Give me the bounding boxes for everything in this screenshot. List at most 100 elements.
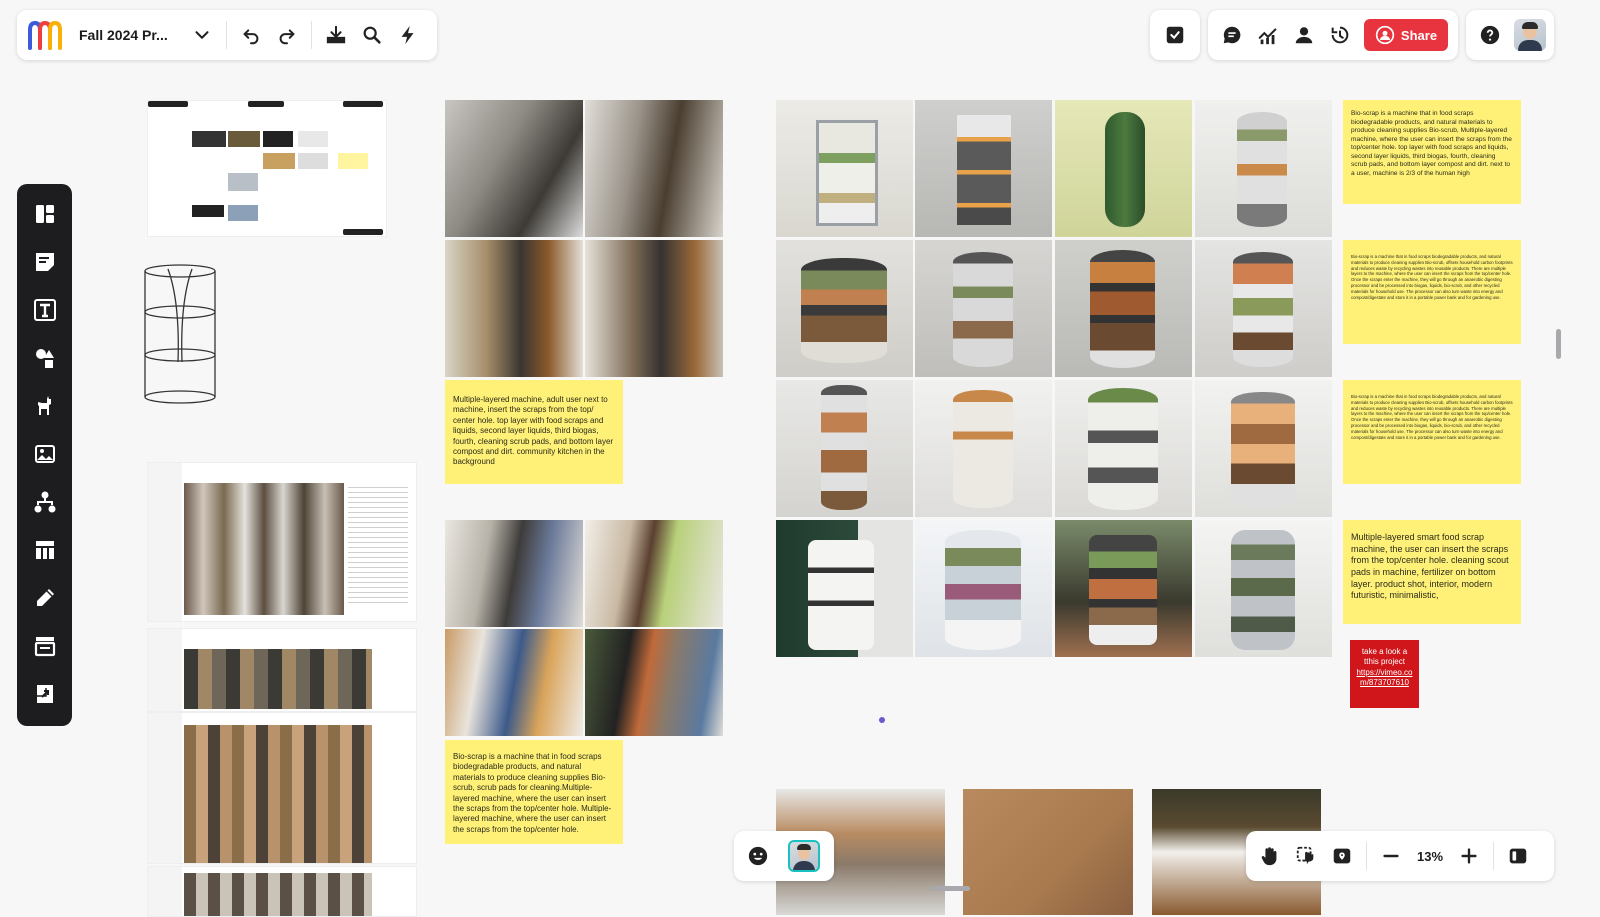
board-title[interactable]: Fall 2024 Pr... bbox=[79, 27, 184, 43]
comment-icon bbox=[1223, 26, 1241, 44]
vimeo-link[interactable]: https://vimeo.com/873707610 bbox=[1356, 668, 1412, 687]
collaborator-avatar[interactable] bbox=[788, 840, 820, 872]
search-button[interactable] bbox=[354, 17, 390, 53]
redo-button[interactable] bbox=[269, 17, 305, 53]
sticky-note-5-text: Bio-scrap is a machine that in food scra… bbox=[1351, 394, 1513, 440]
account-toolbar bbox=[1466, 10, 1554, 60]
photo-bottom-2[interactable] bbox=[963, 789, 1133, 915]
quick-actions-button[interactable] bbox=[390, 17, 426, 53]
history-icon bbox=[1331, 26, 1349, 44]
photo-machine-woman-1[interactable] bbox=[445, 240, 583, 377]
photo-kitchen-woman[interactable] bbox=[585, 520, 723, 627]
photo-machine-woman-2[interactable] bbox=[585, 240, 723, 377]
image-generator-screenshot-4[interactable] bbox=[147, 866, 417, 917]
export-button[interactable] bbox=[318, 17, 354, 53]
help-icon bbox=[1480, 25, 1500, 45]
table-button[interactable] bbox=[25, 530, 65, 570]
vertical-scrollbar[interactable] bbox=[1556, 329, 1561, 359]
sticky-note-2[interactable]: Bio-scrap is a machine that in food scra… bbox=[445, 740, 623, 844]
render-r1c2[interactable] bbox=[915, 100, 1052, 237]
render-r3c2[interactable] bbox=[915, 380, 1052, 517]
undo-icon bbox=[243, 29, 259, 45]
render-r4c1[interactable] bbox=[776, 520, 913, 657]
checkbox-icon bbox=[1166, 26, 1184, 44]
whiteboard-canvas[interactable]: Fall 2024 Pr... Share Multiple-layered m… bbox=[0, 0, 1600, 917]
tasks-button[interactable] bbox=[1157, 17, 1193, 53]
image-generator-screenshot-3[interactable] bbox=[147, 712, 417, 864]
image-generator-screenshot-1[interactable] bbox=[147, 462, 417, 622]
navigation-toolbar: 13% bbox=[1246, 831, 1554, 881]
pen-button[interactable] bbox=[25, 578, 65, 618]
zoom-in-button[interactable] bbox=[1451, 838, 1487, 874]
sticky-note-5[interactable]: Bio-scrap is a machine that in food scra… bbox=[1343, 380, 1521, 484]
users-button[interactable] bbox=[1286, 17, 1322, 53]
emoji-button[interactable] bbox=[740, 838, 776, 874]
diagram-button[interactable] bbox=[25, 482, 65, 522]
sticky-note-button[interactable] bbox=[25, 242, 65, 282]
render-r3c3[interactable] bbox=[1055, 380, 1192, 517]
hand-tool-button[interactable] bbox=[1252, 838, 1288, 874]
shapes-button[interactable] bbox=[25, 338, 65, 378]
render-r3c1[interactable] bbox=[776, 380, 913, 517]
embed-button[interactable] bbox=[25, 674, 65, 714]
undo-button[interactable] bbox=[233, 17, 269, 53]
share-label: Share bbox=[1400, 27, 1438, 43]
render-r2c1[interactable] bbox=[776, 240, 913, 377]
photo-kitchen-man-1[interactable] bbox=[445, 520, 583, 627]
zoom-out-button[interactable] bbox=[1373, 838, 1409, 874]
sticky-note-2-text: Bio-scrap is a machine that in food scra… bbox=[453, 752, 612, 834]
left-toolbar bbox=[17, 184, 72, 726]
render-r1c1[interactable] bbox=[776, 100, 913, 237]
map-icon bbox=[1333, 848, 1351, 864]
frame-button[interactable] bbox=[25, 626, 65, 666]
render-r1c4[interactable] bbox=[1195, 100, 1332, 237]
text-button[interactable] bbox=[25, 290, 65, 330]
render-r4c2[interactable] bbox=[915, 520, 1052, 657]
sticky-note-icon bbox=[35, 253, 54, 271]
render-r4c4[interactable] bbox=[1195, 520, 1332, 657]
comments-button[interactable] bbox=[1214, 17, 1250, 53]
image-button[interactable] bbox=[25, 434, 65, 474]
shapes-icon bbox=[35, 349, 54, 368]
pen-icon bbox=[36, 589, 54, 606]
render-r2c4[interactable] bbox=[1195, 240, 1332, 377]
ai-llama-button[interactable] bbox=[25, 386, 65, 426]
minimap-button[interactable] bbox=[1324, 838, 1360, 874]
sticky-note-3-text: Bio-scrap is a machine that in food scra… bbox=[1351, 110, 1512, 177]
share-button[interactable]: Share bbox=[1364, 19, 1448, 51]
image-generator-screenshot-2[interactable] bbox=[147, 628, 417, 712]
user-avatar[interactable] bbox=[1514, 19, 1546, 51]
select-tool-button[interactable] bbox=[1288, 838, 1324, 874]
render-r4c3[interactable] bbox=[1055, 520, 1192, 657]
render-r3c4[interactable] bbox=[1195, 380, 1332, 517]
collaborator-cursor-dot bbox=[879, 717, 885, 723]
sticky-note-3[interactable]: Bio-scrap is a machine that in food scra… bbox=[1343, 100, 1521, 204]
sticky-note-6[interactable]: Multiple-layered smart food scrap machin… bbox=[1343, 520, 1521, 624]
help-button[interactable] bbox=[1472, 17, 1508, 53]
divider bbox=[1366, 842, 1367, 870]
render-r2c2[interactable] bbox=[915, 240, 1052, 377]
zoom-level[interactable]: 13% bbox=[1409, 849, 1451, 864]
activity-button[interactable] bbox=[1250, 17, 1286, 53]
chevron-down-icon bbox=[195, 31, 209, 39]
bin-sketch-drawing[interactable] bbox=[140, 262, 222, 407]
templates-button[interactable] bbox=[25, 194, 65, 234]
render-r1c3[interactable] bbox=[1055, 100, 1192, 237]
sticky-note-1[interactable]: Multiple-layered machine, adult user nex… bbox=[445, 380, 623, 484]
reactions-toolbar bbox=[734, 831, 834, 881]
app-logo[interactable] bbox=[25, 17, 65, 53]
sticky-note-link[interactable]: take a look a tthis project https://vime… bbox=[1350, 640, 1419, 708]
sticky-note-4[interactable]: Bio-scrap is a machine that in food scra… bbox=[1343, 240, 1521, 344]
user-icon bbox=[1295, 27, 1313, 44]
panel-toggle-button[interactable] bbox=[1500, 838, 1536, 874]
board-screenshot-thumbnail[interactable] bbox=[147, 100, 387, 237]
horizontal-scrollbar[interactable] bbox=[930, 886, 970, 891]
photo-machine-man-2[interactable] bbox=[585, 100, 723, 237]
history-button[interactable] bbox=[1322, 17, 1358, 53]
photo-machine-man-1[interactable] bbox=[445, 100, 583, 237]
board-menu-button[interactable] bbox=[184, 17, 220, 53]
render-r2c3[interactable] bbox=[1055, 240, 1192, 377]
photo-kitchen-man-2[interactable] bbox=[445, 629, 583, 736]
logo-icon bbox=[28, 20, 62, 50]
photo-kitchen-hand[interactable] bbox=[585, 629, 723, 736]
